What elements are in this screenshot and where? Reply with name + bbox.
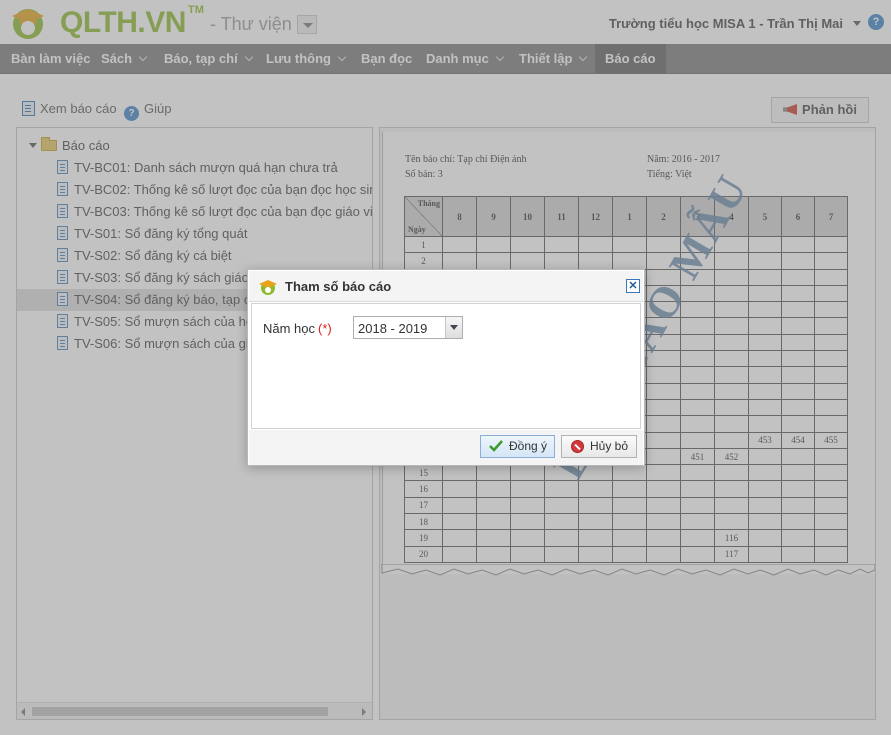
graduation-cap-icon (259, 280, 277, 295)
school-year-label-text: Năm học (263, 321, 316, 336)
close-icon[interactable]: ✕ (626, 279, 640, 293)
report-parameters-dialog: Tham số báo cáo ✕ Năm học (*) 2018 - 2019… (247, 269, 645, 466)
checkmark-icon (489, 440, 503, 452)
dialog-title-bar[interactable]: Tham số báo cáo ✕ (249, 271, 643, 302)
dialog-body: Năm học (*) 2018 - 2019 (251, 303, 641, 429)
cancel-label: Hủy bỏ (590, 439, 629, 453)
cancel-button[interactable]: Hủy bỏ (561, 435, 637, 458)
required-marker: (*) (318, 321, 332, 336)
school-year-label: Năm học (*) (263, 321, 332, 336)
cancel-circle-icon (571, 440, 584, 453)
ok-button[interactable]: Đồng ý (480, 435, 555, 458)
chevron-down-icon[interactable] (445, 317, 462, 338)
school-year-select[interactable]: 2018 - 2019 (353, 316, 463, 339)
dialog-footer: Đồng ý Hủy bỏ (249, 430, 643, 465)
school-year-value: 2018 - 2019 (358, 321, 428, 336)
ok-label: Đồng ý (509, 439, 548, 453)
dialog-title: Tham số báo cáo (285, 279, 392, 294)
